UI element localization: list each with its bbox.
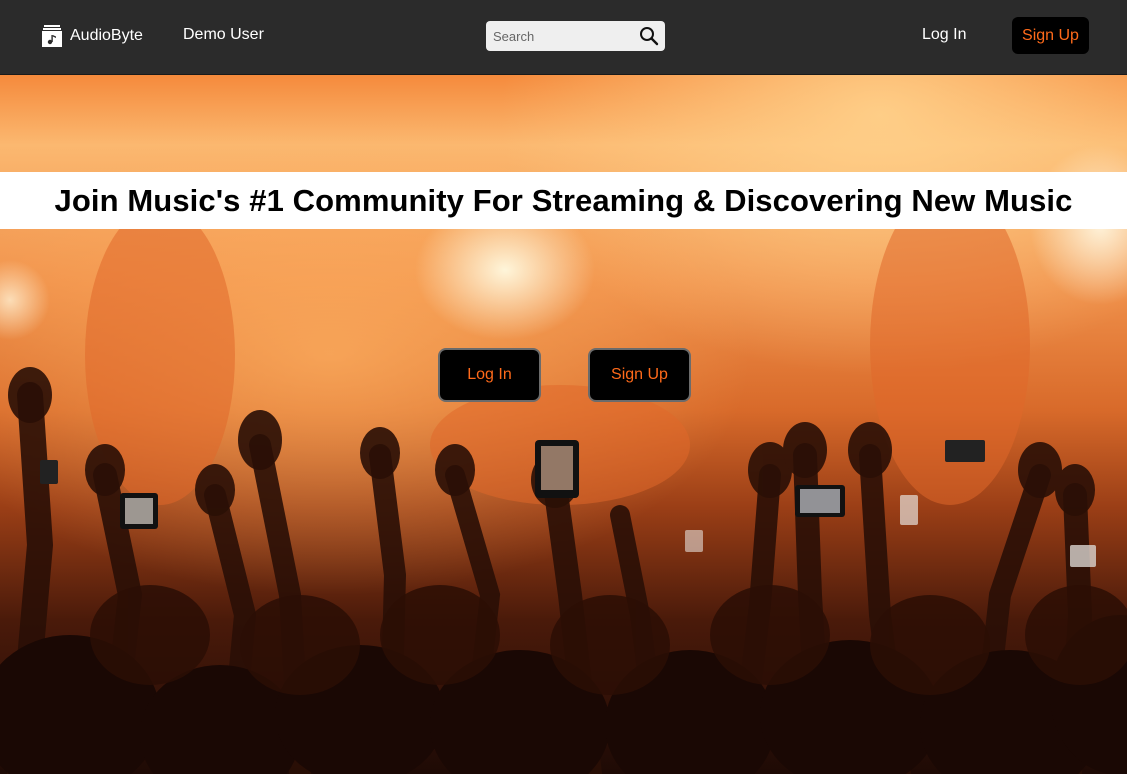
top-navbar: AudioByte Demo User Log In Sign Up (0, 0, 1127, 75)
nav-signup-button[interactable]: Sign Up (1012, 17, 1089, 54)
search-input[interactable] (486, 21, 636, 51)
brand-name: AudioByte (70, 27, 143, 44)
search-icon[interactable] (639, 26, 659, 46)
hero-headline: Join Music's #1 Community For Streaming … (54, 182, 1073, 218)
demo-user-link[interactable]: Demo User (183, 26, 264, 44)
music-file-icon (42, 25, 62, 47)
headline-banner: Join Music's #1 Community For Streaming … (0, 172, 1127, 229)
hero-signup-button[interactable]: Sign Up (588, 348, 691, 402)
search-bar (486, 21, 665, 51)
hero-login-button[interactable]: Log In (438, 348, 541, 402)
nav-login-link[interactable]: Log In (922, 26, 966, 44)
hero-section: Join Music's #1 Community For Streaming … (0, 75, 1127, 774)
brand-logo[interactable]: AudioByte (42, 25, 143, 47)
